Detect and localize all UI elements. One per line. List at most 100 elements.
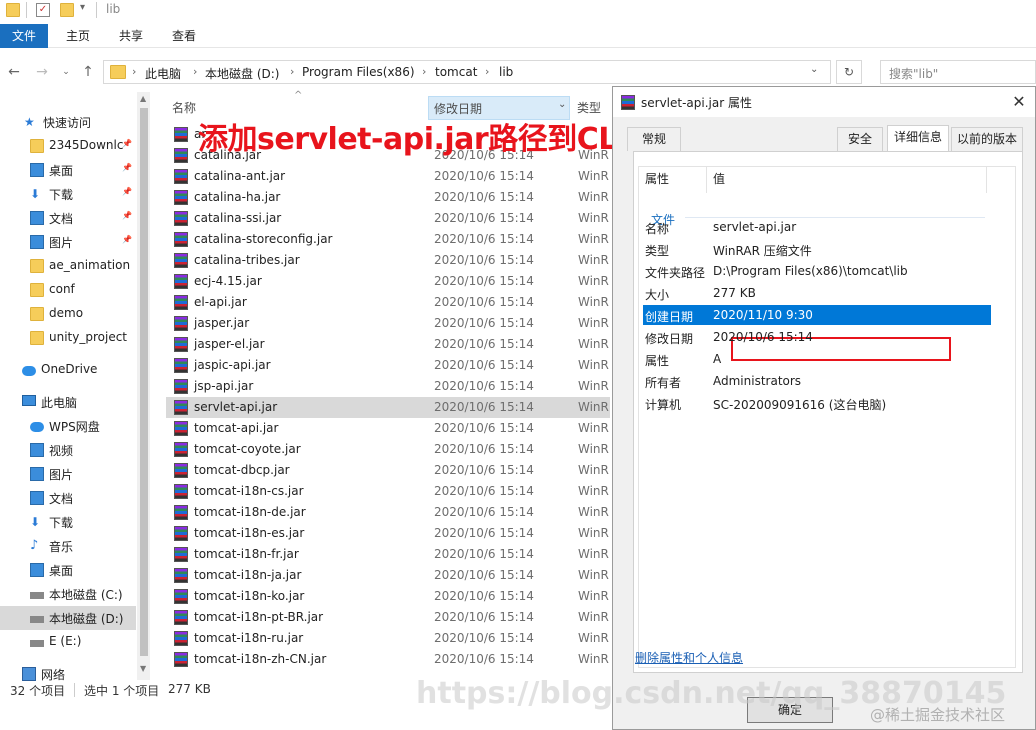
sidebar-item[interactable]: 文档 📌 (0, 206, 150, 230)
tab-general[interactable]: 常规 (627, 127, 681, 151)
search-input[interactable]: 搜索"lib" (880, 60, 1036, 84)
sidebar-item[interactable]: 2345Downlc 📌 (0, 134, 150, 158)
sidebar-item[interactable]: 本地磁盘 (C:) (0, 582, 150, 606)
tab-security[interactable]: 安全 (837, 127, 883, 151)
sidebar-item[interactable]: ae_animation (0, 254, 150, 278)
chevron-right-icon[interactable]: › (422, 65, 426, 78)
property-row[interactable]: 大小 277 KB (643, 283, 991, 303)
file-row[interactable]: tomcat-dbcp.jar 2020/10/6 15:14 WinR (166, 460, 610, 481)
back-icon[interactable]: ← (4, 62, 24, 82)
file-row[interactable]: tomcat-coyote.jar 2020/10/6 15:14 WinR (166, 439, 610, 460)
sidebar-item[interactable]: OneDrive (0, 358, 150, 382)
crumb-program-files[interactable]: Program Files(x86) (302, 65, 415, 79)
sidebar-item[interactable]: 此电脑 (0, 390, 150, 414)
crumb-drive-d[interactable]: 本地磁盘 (D:) (205, 65, 279, 82)
tab-file[interactable]: 文件 (0, 24, 48, 48)
property-row[interactable]: 创建日期 2020/11/10 9:30 (643, 305, 991, 325)
column-header-value[interactable]: 值 (707, 167, 987, 193)
new-folder-icon[interactable] (60, 3, 74, 17)
sidebar-item[interactable]: 文档 (0, 486, 150, 510)
file-row[interactable]: catalina-ssi.jar 2020/10/6 15:14 WinR (166, 208, 610, 229)
file-row[interactable]: tomcat-i18n-ja.jar 2020/10/6 15:14 WinR (166, 565, 610, 586)
sidebar-item[interactable]: WPS网盘 (0, 414, 150, 438)
sidebar-item[interactable]: ♪ 音乐 (0, 534, 150, 558)
file-name: tomcat-i18n-cs.jar (194, 484, 304, 498)
sidebar-item[interactable]: demo (0, 302, 150, 326)
file-row[interactable]: catalina-storeconfig.jar 2020/10/6 15:14 W… (166, 229, 610, 250)
file-row[interactable]: catalina-ha.jar 2020/10/6 15:14 WinR (166, 187, 610, 208)
address-dropdown-icon[interactable]: ⌄ (810, 64, 818, 75)
property-row[interactable]: 修改日期 2020/10/6 15:14 (643, 327, 991, 347)
close-icon[interactable]: ✕ (1007, 91, 1031, 113)
file-row[interactable]: tomcat-i18n-pt-BR.jar 2020/10/6 15:14 WinR (166, 607, 610, 628)
file-row[interactable]: tomcat-i18n-ko.jar 2020/10/6 15:14 WinR (166, 586, 610, 607)
tab-details[interactable]: 详细信息 (887, 125, 949, 152)
sidebar-item[interactable]: 本地磁盘 (D:) (0, 606, 136, 630)
chevron-right-icon[interactable]: › (290, 65, 294, 78)
forward-icon[interactable]: → (32, 62, 52, 82)
sidebar-item[interactable]: 视频 (0, 438, 150, 462)
property-row[interactable]: 类型 WinRAR 压缩文件 (643, 239, 991, 259)
file-row[interactable]: tomcat-i18n-es.jar 2020/10/6 15:14 WinR (166, 523, 610, 544)
file-row[interactable]: tomcat-i18n-de.jar 2020/10/6 15:14 WinR (166, 502, 610, 523)
file-type: WinR (578, 274, 609, 288)
file-row[interactable]: jaspic-api.jar 2020/10/6 15:14 WinR (166, 355, 610, 376)
up-icon[interactable]: ↑ (78, 62, 98, 82)
property-row[interactable]: 属性 A (643, 349, 991, 369)
file-row[interactable]: tomcat-i18n-ru.jar 2020/10/6 15:14 WinR (166, 628, 610, 649)
sidebar-item[interactable]: 桌面 (0, 558, 150, 582)
tab-view[interactable]: 查看 (172, 24, 196, 48)
folder-icon (30, 139, 44, 153)
sidebar-item[interactable]: conf (0, 278, 150, 302)
sort-ascending-icon: ^ (294, 90, 303, 101)
property-row[interactable]: 名称 servlet-api.jar (643, 217, 991, 237)
property-row[interactable]: 文件夹路径 D:\Program Files(x86)\tomcat\lib (643, 261, 991, 281)
file-row[interactable]: catalina-ant.jar 2020/10/6 15:14 WinR (166, 166, 610, 187)
file-row[interactable]: jasper.jar 2020/10/6 15:14 WinR (166, 313, 610, 334)
chevron-down-icon[interactable]: ⌄ (558, 99, 566, 110)
file-row[interactable]: tomcat-api.jar 2020/10/6 15:14 WinR (166, 418, 610, 439)
sidebar-item[interactable]: 桌面 📌 (0, 158, 150, 182)
file-name: tomcat-i18n-pt-BR.jar (194, 610, 324, 624)
file-row[interactable]: servlet-api.jar 2020/10/6 15:14 WinR (166, 397, 610, 418)
file-row[interactable]: tomcat-i18n-zh-CN.jar 2020/10/6 15:14 WinR (166, 649, 610, 670)
sidebar-item-label: conf (49, 282, 75, 296)
crumb-tomcat[interactable]: tomcat (435, 65, 477, 79)
sidebar-item[interactable]: ⬇ 下载 (0, 510, 150, 534)
properties-icon[interactable]: ✓ (36, 3, 50, 17)
chevron-right-icon[interactable]: › (485, 65, 489, 78)
document-icon (30, 491, 44, 505)
remove-properties-link[interactable]: 删除属性和个人信息 (635, 649, 743, 666)
sidebar-item[interactable]: 图片 📌 (0, 230, 150, 254)
file-row[interactable]: ecj-4.15.jar 2020/10/6 15:14 WinR (166, 271, 610, 292)
tab-home[interactable]: 主页 (66, 24, 90, 48)
folder-icon (110, 65, 126, 79)
sidebar-item[interactable]: ⬇ 下载 📌 (0, 182, 150, 206)
file-row[interactable]: tomcat-i18n-cs.jar 2020/10/6 15:14 WinR (166, 481, 610, 502)
property-row[interactable]: 所有者 Administrators (643, 371, 991, 391)
file-row[interactable]: tomcat-i18n-fr.jar 2020/10/6 15:14 WinR (166, 544, 610, 565)
tab-previous-versions[interactable]: 以前的版本 (951, 127, 1023, 151)
file-row[interactable]: catalina-tribes.jar 2020/10/6 15:14 WinR (166, 250, 610, 271)
tab-share[interactable]: 共享 (119, 24, 143, 48)
sidebar-item[interactable]: E (E:) (0, 630, 150, 654)
file-row[interactable]: jsp-api.jar 2020/10/6 15:14 WinR (166, 376, 610, 397)
crumb-lib[interactable]: lib (499, 65, 513, 79)
refresh-icon[interactable]: ↻ (836, 60, 862, 84)
file-row[interactable]: jasper-el.jar 2020/10/6 15:14 WinR (166, 334, 610, 355)
scroll-up-icon[interactable]: ▲ (140, 94, 146, 103)
address-bar[interactable]: › 此电脑 › 本地磁盘 (D:) › Program Files(x86) ›… (103, 60, 831, 84)
sidebar-item[interactable]: unity_project (0, 326, 150, 350)
sidebar-item[interactable]: ★ 快速访问 (0, 110, 150, 134)
file-row[interactable]: el-api.jar 2020/10/6 15:14 WinR (166, 292, 610, 313)
property-row[interactable]: 计算机 SC-202009091616 (这台电脑) (643, 393, 991, 413)
crumb-this-pc[interactable]: 此电脑 (145, 65, 181, 82)
quick-access-dropdown-icon[interactable]: ▾ (80, 2, 85, 13)
sidebar-item[interactable]: 图片 (0, 462, 150, 486)
recent-dropdown-icon[interactable]: ⌄ (56, 62, 76, 82)
chevron-right-icon[interactable]: › (193, 65, 197, 78)
column-header-name[interactable]: 名称 (172, 96, 196, 120)
column-header-property[interactable]: 属性 (639, 167, 707, 193)
winrar-file-icon (174, 379, 188, 394)
chevron-right-icon[interactable]: › (132, 65, 136, 78)
